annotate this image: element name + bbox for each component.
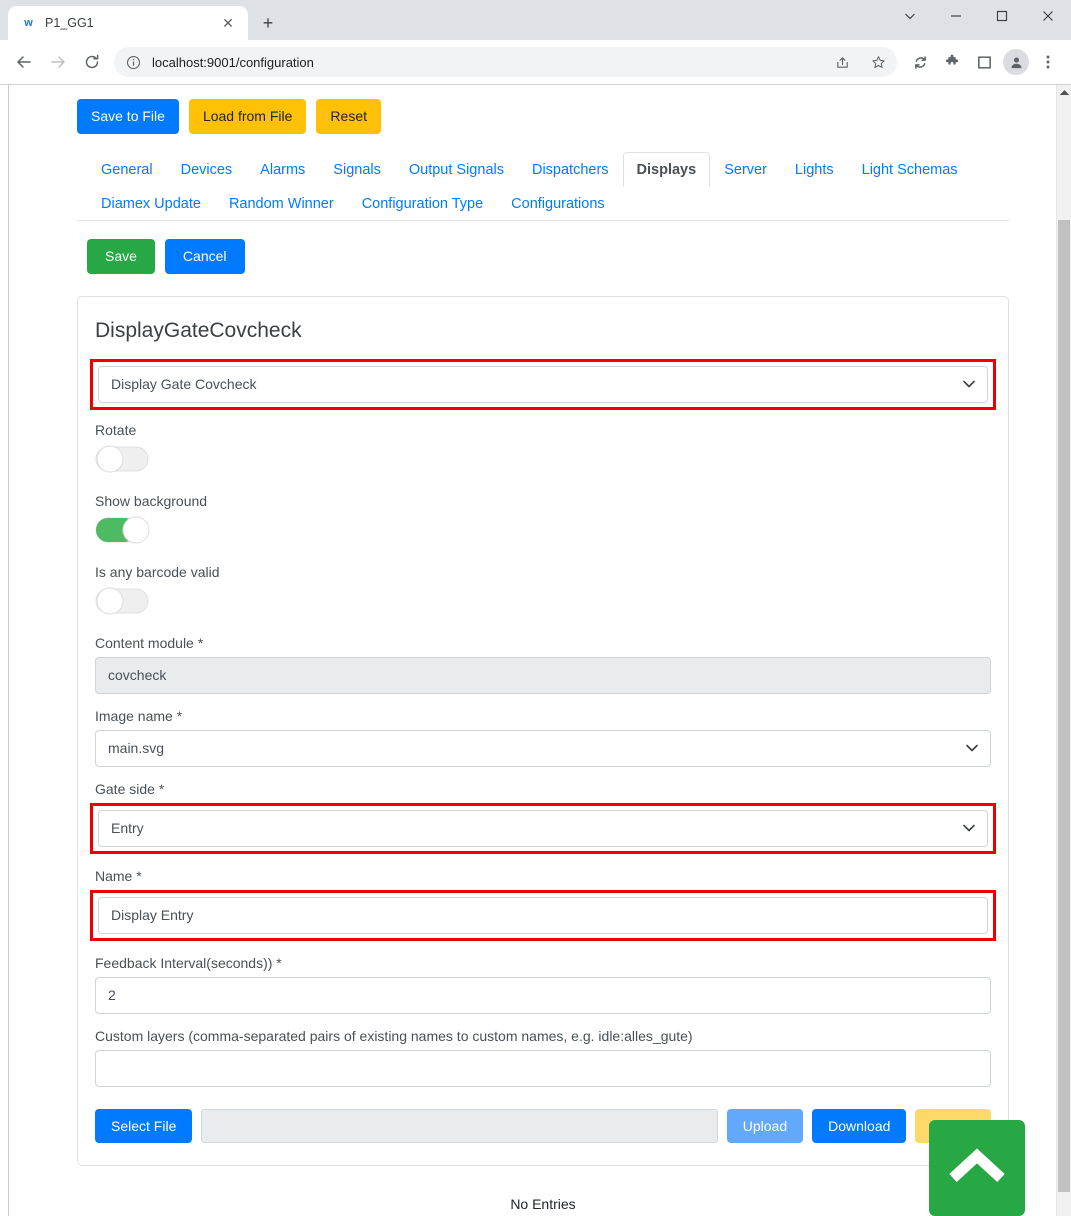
page-title: DisplayGateCovcheck xyxy=(95,318,302,342)
gate-side-field: Gate side * Entry xyxy=(90,780,996,854)
tab-configuration-type[interactable]: Configuration Type xyxy=(348,186,497,221)
reload-icon[interactable] xyxy=(76,46,108,78)
bookmark-star-icon[interactable] xyxy=(865,49,891,75)
forward-icon xyxy=(42,46,74,78)
is-any-barcode-valid-toggle[interactable] xyxy=(95,587,150,620)
tab-light-schemas[interactable]: Light Schemas xyxy=(848,152,972,187)
tab-dispatchers[interactable]: Dispatchers xyxy=(518,152,623,187)
name-label: Name * xyxy=(95,867,142,884)
display-type-select[interactable]: Display Gate Covcheck xyxy=(98,365,988,403)
rotate-field: Rotate xyxy=(95,422,991,479)
tab-devices[interactable]: Devices xyxy=(167,152,247,187)
tab-signals[interactable]: Signals xyxy=(319,152,395,187)
tab-lights[interactable]: Lights xyxy=(781,152,848,187)
feedback-interval-field: Feedback Interval(seconds)) * 2 xyxy=(95,955,991,1014)
browser-tab-title: P1_GG1 xyxy=(45,16,94,30)
window-maximize-icon[interactable] xyxy=(979,0,1025,32)
image-name-select-wrapper[interactable]: main.svg xyxy=(95,729,991,767)
browser-menu-icon[interactable] xyxy=(1033,47,1063,77)
window-close-icon[interactable] xyxy=(1025,0,1071,32)
tab-diamex-update[interactable]: Diamex Update xyxy=(87,186,215,221)
address-bar-url[interactable]: localhost:9001/configuration xyxy=(152,55,819,70)
gate-side-highlight: Entry xyxy=(90,802,996,854)
gate-side-label: Gate side * xyxy=(95,780,165,797)
content-module-field: Content module * covcheck xyxy=(95,635,991,694)
tab-random-winner[interactable]: Random Winner xyxy=(215,186,348,221)
load-from-file-button[interactable]: Load from File xyxy=(188,99,307,134)
name-field: Name * Display Entry xyxy=(90,867,996,941)
select-file-button[interactable]: Select File xyxy=(95,1108,193,1144)
image-name-field: Image name * main.svg xyxy=(95,708,991,767)
no-entries-message: No Entries xyxy=(77,1166,1009,1216)
cancel-button[interactable]: Cancel xyxy=(164,238,245,274)
custom-layers-input[interactable] xyxy=(95,1049,991,1087)
site-info-icon[interactable] xyxy=(126,55,142,70)
tab-strip: w P1_GG1 ✕ + xyxy=(0,0,282,40)
selected-file-name xyxy=(201,1108,718,1143)
configuration-page: Save to File Load from File Reset Genera… xyxy=(9,99,1056,1167)
download-button[interactable]: Download xyxy=(812,1108,907,1144)
configuration-tabs: General Devices Alarms Signals Output Si… xyxy=(77,151,1009,221)
feedback-interval-input[interactable]: 2 xyxy=(95,976,991,1014)
save-button[interactable]: Save xyxy=(87,238,155,274)
tab-server[interactable]: Server xyxy=(710,152,781,187)
browser-toolbar: localhost:9001/configuration xyxy=(0,40,1071,84)
web-page: Save to File Load from File Reset Genera… xyxy=(8,85,1056,1216)
save-to-file-button[interactable]: Save to File xyxy=(77,99,179,134)
rotate-toggle[interactable] xyxy=(95,445,150,478)
scrollbar-up-arrow[interactable] xyxy=(1057,85,1071,101)
window-minimize-icon[interactable] xyxy=(933,0,979,32)
scrollbar-thumb[interactable] xyxy=(1058,220,1070,1192)
name-input[interactable]: Display Entry xyxy=(98,896,988,934)
browser-viewport: Save to File Load from File Reset Genera… xyxy=(0,84,1071,1216)
display-settings-card: DisplayGateCovcheck Display Gate Covchec… xyxy=(77,295,1009,1167)
image-name-select[interactable]: main.svg xyxy=(95,729,991,767)
form-action-buttons: Save Cancel xyxy=(77,238,1056,274)
page-scrollbar[interactable] xyxy=(1056,85,1071,1216)
share-icon[interactable] xyxy=(829,49,855,75)
sync-refresh-icon[interactable] xyxy=(905,47,935,77)
image-name-label: Image name * xyxy=(95,707,183,724)
reset-button[interactable]: Reset xyxy=(316,99,381,134)
tab-general[interactable]: General xyxy=(87,152,167,187)
rotate-label: Rotate xyxy=(95,421,137,438)
new-tab-button[interactable]: + xyxy=(254,9,282,37)
file-action-buttons: Save to File Load from File Reset xyxy=(77,99,1056,134)
profile-avatar[interactable] xyxy=(1003,49,1029,75)
browser-window: w P1_GG1 ✕ + localhost:9001/configuratio… xyxy=(0,0,1071,1216)
gate-side-select-wrapper[interactable]: Entry xyxy=(98,809,988,847)
is-any-barcode-valid-label: Is any barcode valid xyxy=(95,563,220,580)
window-controls xyxy=(887,0,1071,40)
tab-favicon-icon: w xyxy=(24,17,33,29)
upload-button[interactable]: Upload xyxy=(726,1108,804,1144)
extensions-puzzle-icon[interactable] xyxy=(937,47,967,77)
display-type-select-wrapper[interactable]: Display Gate Covcheck xyxy=(98,365,988,403)
tab-displays[interactable]: Displays xyxy=(622,151,711,187)
content-module-label: Content module * xyxy=(95,634,204,651)
address-bar[interactable]: localhost:9001/configuration xyxy=(114,47,897,77)
browser-titlebar: w P1_GG1 ✕ + xyxy=(0,0,1071,40)
custom-layers-label: Custom layers (comma-separated pairs of … xyxy=(95,1027,693,1044)
tab-configurations[interactable]: Configurations xyxy=(497,186,619,221)
display-type-highlight: Display Gate Covcheck xyxy=(90,358,996,410)
scroll-to-top-button[interactable] xyxy=(929,1120,1025,1216)
file-upload-row: Select File Upload Download Cancel xyxy=(95,1108,991,1144)
show-background-label: Show background xyxy=(95,492,208,509)
show-background-field: Show background xyxy=(95,493,991,550)
custom-layers-field: Custom layers (comma-separated pairs of … xyxy=(95,1028,991,1087)
content-module-input: covcheck xyxy=(95,656,991,694)
gate-side-select[interactable]: Entry xyxy=(98,809,988,847)
show-background-toggle[interactable] xyxy=(95,516,150,549)
name-highlight: Display Entry xyxy=(90,889,996,941)
tab-alarms[interactable]: Alarms xyxy=(246,152,319,187)
tab-close-icon[interactable]: ✕ xyxy=(218,13,238,33)
is-any-barcode-valid-field: Is any barcode valid xyxy=(95,564,991,621)
tab-output-signals[interactable]: Output Signals xyxy=(395,152,518,187)
tab-search-chevron-icon[interactable] xyxy=(887,0,933,32)
side-panel-icon[interactable] xyxy=(969,47,999,77)
back-icon[interactable] xyxy=(8,46,40,78)
feedback-interval-label: Feedback Interval(seconds)) * xyxy=(95,954,282,971)
chevron-up-icon xyxy=(949,1148,1005,1183)
browser-tab-p1-gg1[interactable]: w P1_GG1 ✕ xyxy=(8,6,248,40)
